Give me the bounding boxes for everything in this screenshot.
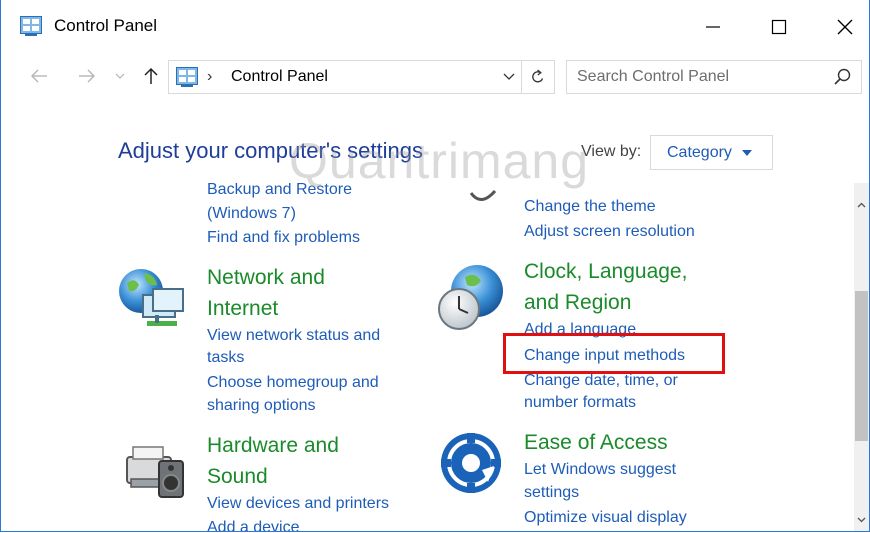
- breadcrumb-separator[interactable]: ›: [207, 68, 212, 86]
- clock-language-region-icon: [438, 265, 503, 330]
- chevron-down-icon: [857, 517, 866, 523]
- refresh-button[interactable]: [521, 61, 554, 93]
- view-by-dropdown[interactable]: Category: [650, 135, 773, 170]
- up-arrow-icon: [144, 67, 158, 84]
- maximize-button[interactable]: [757, 8, 801, 46]
- control-panel-icon: [176, 67, 198, 87]
- appearance-icon: [469, 189, 497, 201]
- link-let-windows-suggest[interactable]: Let Windows suggest: [524, 460, 676, 480]
- view-by-label: View by:: [581, 143, 642, 160]
- link-find-fix-problems[interactable]: Find and fix problems: [207, 228, 360, 248]
- category-hardware-sound-title-line2[interactable]: Sound: [207, 461, 268, 492]
- link-choose-homegroup[interactable]: Choose homegroup and: [207, 373, 379, 393]
- back-arrow-icon: [31, 69, 47, 83]
- link-change-theme[interactable]: Change the theme: [524, 197, 656, 217]
- link-add-device[interactable]: Add a device: [207, 518, 300, 531]
- category-clock-language-region-title-line2[interactable]: and Region: [524, 287, 631, 318]
- link-view-network-status-line2[interactable]: tasks: [207, 348, 244, 368]
- recent-locations-button[interactable]: [112, 56, 128, 96]
- scroll-down-button[interactable]: [854, 512, 869, 528]
- link-change-input-methods[interactable]: Change input methods: [524, 346, 685, 366]
- link-backup-restore[interactable]: Backup and Restore: [207, 183, 352, 200]
- address-dropdown-button[interactable]: [498, 61, 520, 93]
- category-network-internet-title[interactable]: Network and: [207, 262, 325, 293]
- link-let-windows-suggest-line2[interactable]: settings: [524, 483, 579, 503]
- category-list: Backup and Restore (Windows 7) Find and …: [1, 183, 853, 531]
- chevron-down-icon: [115, 73, 125, 79]
- network-internet-icon: [119, 269, 184, 326]
- search-icon[interactable]: [833, 67, 853, 87]
- search-box[interactable]: [566, 60, 862, 94]
- control-panel-icon: [20, 16, 42, 36]
- scroll-thumb[interactable]: [855, 291, 868, 441]
- category-clock-language-region-title[interactable]: Clock, Language,: [524, 256, 687, 287]
- link-optimize-visual-display[interactable]: Optimize visual display: [524, 508, 687, 528]
- category-hardware-sound-title[interactable]: Hardware and: [207, 430, 339, 461]
- window-title: Control Panel: [54, 16, 158, 35]
- link-adjust-resolution[interactable]: Adjust screen resolution: [524, 222, 695, 242]
- control-panel-window: Control Panel › Control Panel Search Con…: [0, 0, 870, 532]
- category-network-internet-title-line2[interactable]: Internet: [207, 293, 278, 324]
- search-input[interactable]: [577, 66, 817, 88]
- chevron-down-icon: [503, 73, 515, 80]
- minimize-icon: [706, 26, 720, 28]
- close-icon: [837, 19, 853, 35]
- title-bar: Control Panel: [1, 0, 869, 52]
- close-button[interactable]: [823, 8, 867, 46]
- caret-down-icon: [741, 149, 752, 156]
- maximize-icon: [771, 19, 787, 35]
- link-add-language[interactable]: Add a language: [524, 320, 636, 340]
- forward-arrow-icon: [79, 69, 95, 83]
- address-bar[interactable]: › Control Panel: [168, 60, 555, 94]
- chevron-up-icon: [857, 202, 866, 208]
- category-ease-of-access-title[interactable]: Ease of Access: [524, 427, 668, 458]
- link-change-date-time-line2[interactable]: number formats: [524, 393, 636, 413]
- link-view-network-status[interactable]: View network status and: [207, 326, 380, 346]
- vertical-scrollbar[interactable]: [854, 183, 869, 531]
- refresh-icon: [532, 69, 544, 83]
- forward-button[interactable]: [75, 56, 99, 96]
- minimize-button[interactable]: [691, 8, 735, 46]
- hardware-sound-icon: [126, 446, 184, 498]
- back-button[interactable]: [27, 56, 51, 96]
- page-title: Adjust your computer's settings: [118, 138, 424, 163]
- link-backup-restore-line2[interactable]: (Windows 7): [207, 204, 296, 224]
- up-button[interactable]: [139, 56, 163, 96]
- link-change-date-time[interactable]: Change date, time, or: [524, 371, 678, 391]
- view-by-value: Category: [667, 143, 732, 161]
- scroll-up-button[interactable]: [854, 197, 869, 213]
- ease-of-access-icon: [441, 433, 501, 493]
- breadcrumb-control-panel[interactable]: Control Panel: [231, 68, 328, 86]
- link-view-devices-printers[interactable]: View devices and printers: [207, 494, 389, 514]
- link-choose-homegroup-line2[interactable]: sharing options: [207, 396, 316, 416]
